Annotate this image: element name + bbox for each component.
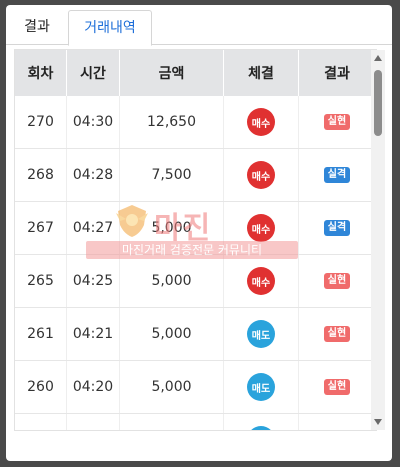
time-value: 04:21 bbox=[72, 326, 114, 342]
time-value: 04:30 bbox=[72, 114, 114, 130]
round-cell bbox=[15, 414, 67, 430]
amount-cell bbox=[120, 414, 224, 430]
result-badge: 실현 bbox=[323, 273, 351, 289]
tab-bar: 결과 거래내역 bbox=[6, 5, 392, 46]
time-cell: 04:27 bbox=[67, 202, 120, 254]
table-row: 260 04:20 5,000 매도 실현 bbox=[15, 361, 376, 414]
scroll-down-arrow-icon[interactable] bbox=[374, 419, 382, 425]
round-value: 260 bbox=[27, 379, 54, 395]
amount-value: 5,000 bbox=[151, 273, 192, 289]
table-row: 267 04:27 5,000 매수 실격 bbox=[15, 202, 376, 255]
amount-cell: 5,000 bbox=[120, 255, 224, 307]
round-cell: 267 bbox=[15, 202, 67, 254]
round-cell: 260 bbox=[15, 361, 67, 413]
round-value: 270 bbox=[27, 114, 54, 130]
amount-value: 5,000 bbox=[151, 220, 192, 236]
trade-badge bbox=[247, 426, 275, 430]
result-badge: 실격 bbox=[323, 220, 351, 236]
round-cell: 261 bbox=[15, 308, 67, 360]
result-cell: 실현 bbox=[299, 255, 376, 307]
result-cell: 실격 bbox=[299, 202, 376, 254]
time-cell: 04:30 bbox=[67, 96, 120, 148]
time-value: 04:25 bbox=[72, 273, 114, 289]
scrollbar-thumb[interactable] bbox=[374, 70, 382, 136]
amount-cell: 5,000 bbox=[120, 308, 224, 360]
trade-history-table: 회차 시간 금액 체결 결과 270 04:30 12,650 매수 실현 268 04:2… bbox=[14, 49, 377, 431]
time-value: 04:28 bbox=[72, 167, 114, 183]
trade-badge: 매수 bbox=[247, 267, 275, 295]
result-badge: 실현 bbox=[323, 326, 351, 342]
header-amount: 금액 bbox=[120, 50, 224, 96]
table-row: 268 04:28 7,500 매수 실격 bbox=[15, 149, 376, 202]
trade-cell bbox=[224, 414, 299, 430]
header-time: 시간 bbox=[67, 50, 120, 96]
time-cell: 04:20 bbox=[67, 361, 120, 413]
result-cell: 실현 bbox=[299, 96, 376, 148]
result-cell: 실격 bbox=[299, 149, 376, 201]
result-badge: 실격 bbox=[323, 167, 351, 183]
trade-cell: 매수 bbox=[224, 96, 299, 148]
result-cell: 실현 bbox=[299, 308, 376, 360]
time-cell: 04:21 bbox=[67, 308, 120, 360]
result-badge: 실현 bbox=[323, 379, 351, 395]
amount-cell: 5,000 bbox=[120, 202, 224, 254]
trade-badge: 매수 bbox=[247, 214, 275, 242]
trade-panel: 결과 거래내역 회차 시간 금액 체결 결과 270 04:30 12,650 매수 실… bbox=[6, 5, 392, 461]
time-value: 04:27 bbox=[72, 220, 114, 236]
amount-cell: 7,500 bbox=[120, 149, 224, 201]
time-cell: 04:25 bbox=[67, 255, 120, 307]
amount-value: 12,650 bbox=[147, 114, 196, 130]
trade-cell: 매수 bbox=[224, 255, 299, 307]
amount-value: 5,000 bbox=[151, 326, 192, 342]
trade-cell: 매도 bbox=[224, 308, 299, 360]
time-value: 04:20 bbox=[72, 379, 114, 395]
round-cell: 268 bbox=[15, 149, 67, 201]
table-row: 270 04:30 12,650 매수 실현 bbox=[15, 96, 376, 149]
result-badge: 실현 bbox=[323, 114, 351, 130]
round-value: 268 bbox=[27, 167, 54, 183]
table-row: 261 04:21 5,000 매도 실현 bbox=[15, 308, 376, 361]
trade-badge: 매수 bbox=[247, 161, 275, 189]
trade-cell: 매수 bbox=[224, 149, 299, 201]
scroll-up-arrow-icon[interactable] bbox=[374, 55, 382, 61]
round-cell: 265 bbox=[15, 255, 67, 307]
time-cell: 04:28 bbox=[67, 149, 120, 201]
trade-badge: 매수 bbox=[247, 108, 275, 136]
tab-result[interactable]: 결과 bbox=[6, 10, 68, 46]
table-row: 265 04:25 5,000 매수 실현 bbox=[15, 255, 376, 308]
trade-badge: 매도 bbox=[247, 320, 275, 348]
vertical-scrollbar[interactable] bbox=[371, 50, 385, 430]
round-value: 261 bbox=[27, 326, 54, 342]
amount-value: 7,500 bbox=[151, 167, 192, 183]
trade-cell: 매도 bbox=[224, 361, 299, 413]
round-value: 267 bbox=[27, 220, 54, 236]
amount-cell: 5,000 bbox=[120, 361, 224, 413]
amount-value: 5,000 bbox=[151, 379, 192, 395]
header-trade: 체결 bbox=[224, 50, 299, 96]
trade-cell: 매수 bbox=[224, 202, 299, 254]
table-header: 회차 시간 금액 체결 결과 bbox=[15, 50, 376, 96]
amount-cell: 12,650 bbox=[120, 96, 224, 148]
trade-badge: 매도 bbox=[247, 373, 275, 401]
time-cell bbox=[67, 414, 120, 430]
tab-trade-history[interactable]: 거래내역 bbox=[68, 10, 152, 46]
result-cell: 실현 bbox=[299, 361, 376, 413]
round-cell: 270 bbox=[15, 96, 67, 148]
table-row bbox=[15, 414, 376, 430]
round-value: 265 bbox=[27, 273, 54, 289]
header-round: 회차 bbox=[15, 50, 67, 96]
result-cell bbox=[299, 414, 376, 430]
header-result: 결과 bbox=[299, 50, 376, 96]
